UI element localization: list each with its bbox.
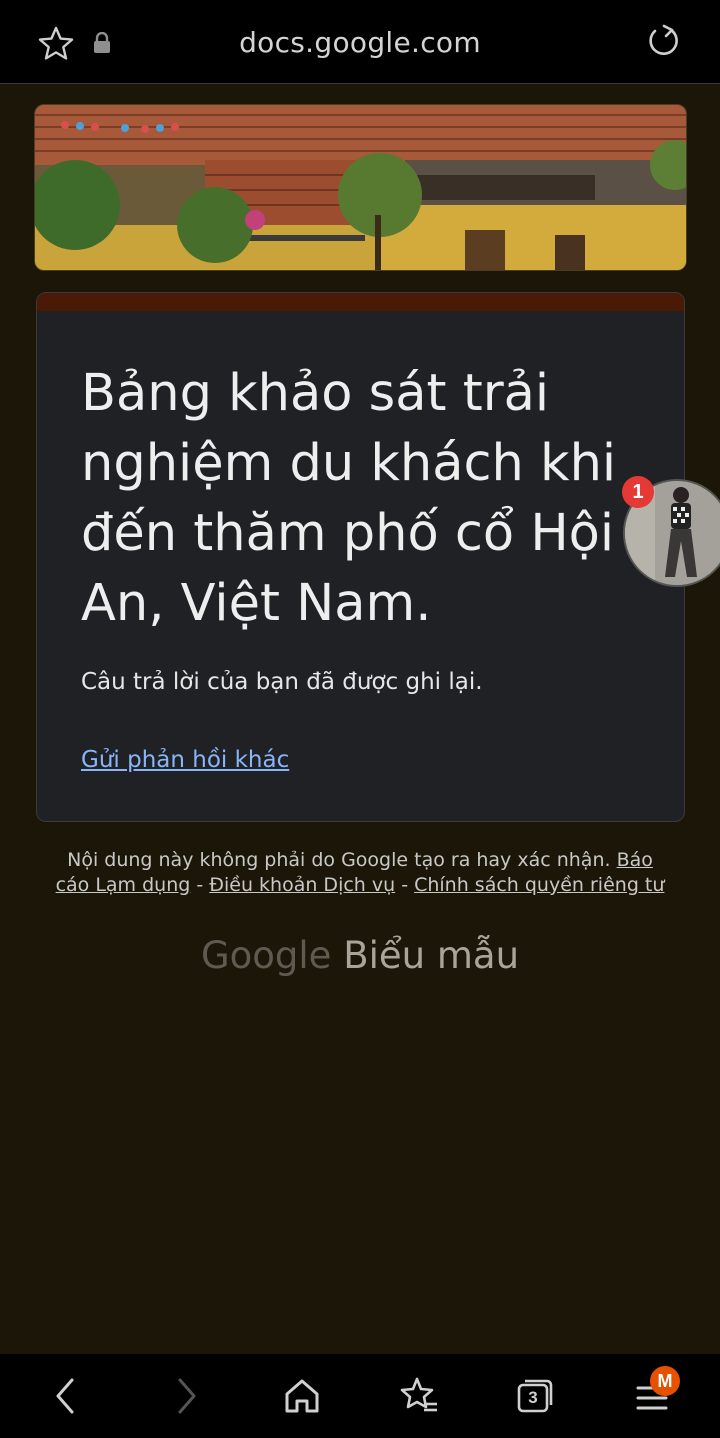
url-text[interactable]: docs.google.com [0,26,720,59]
google-forms-logo[interactable]: Google Biểu mẫu [0,934,720,977]
star-list-icon[interactable] [397,1374,441,1418]
chat-head-badge: 1 [622,476,654,508]
reload-icon[interactable] [644,22,684,62]
tab-count: 3 [528,1388,538,1407]
disclaimer-text: Nội dung này không phải do Google tạo ra… [67,849,611,871]
browser-address-bar: docs.google.com [0,0,720,84]
forms-wordmark: Biểu mẫu [343,934,520,977]
menu-notification-badge: M [650,1366,680,1396]
tabs-icon[interactable]: 3 [513,1374,557,1418]
terms-of-service-link[interactable]: Điều khoản Dịch vụ [209,874,395,896]
confirmation-message: Câu trả lời của bạn đã được ghi lại. [81,669,483,695]
privacy-policy-link[interactable]: Chính sách quyền riêng tư [414,874,664,896]
card-accent-stripe [37,293,684,311]
google-wordmark: Google [200,934,332,977]
separator: - [190,874,210,896]
form-response-card: Bảng khảo sát trải nghiệm du khách khi đ… [36,292,685,822]
chevron-right-icon[interactable] [164,1374,208,1418]
footer-disclaimer: Nội dung này không phải do Google tạo ra… [54,848,666,898]
browser-bottom-bar: 3 [0,1354,720,1438]
separator: - [395,874,415,896]
hoi-an-street-illustration [35,105,686,270]
home-icon[interactable] [280,1374,324,1418]
form-title: Bảng khảo sát trải nghiệm du khách khi đ… [81,364,617,633]
chevron-left-icon[interactable] [44,1374,88,1418]
submit-another-response-link[interactable]: Gửi phản hồi khác [81,747,289,773]
form-header-image [34,104,687,271]
